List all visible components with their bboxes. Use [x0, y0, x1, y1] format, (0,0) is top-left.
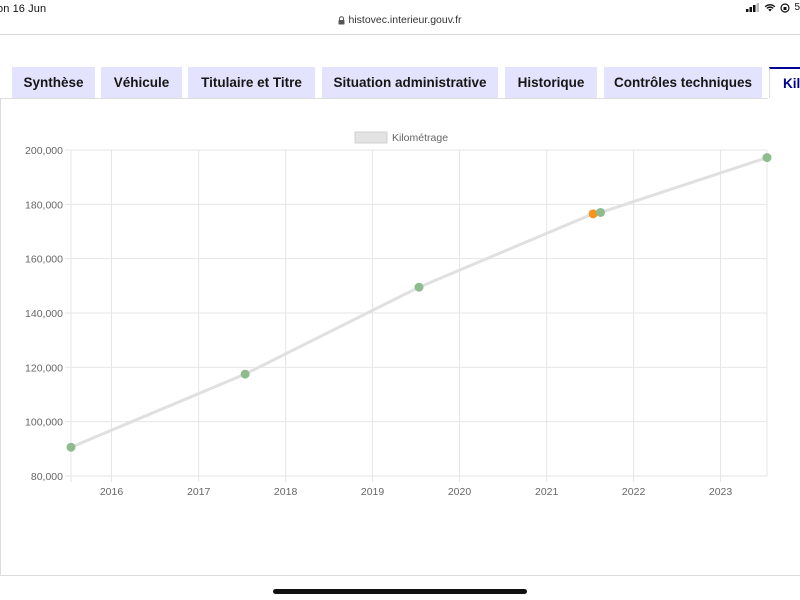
data-point [414, 282, 424, 292]
legend-label: Kilométrage [392, 132, 448, 144]
battery-percent: 5 [794, 2, 800, 13]
url-text: histovec.interieur.gouv.fr [348, 14, 462, 27]
x-tick-label: 2019 [361, 486, 385, 498]
x-tick-label: 2020 [448, 486, 472, 498]
y-tick-label: 100,000 [25, 417, 63, 429]
browser-divider [0, 34, 800, 35]
tab-titulaire-et-titre[interactable]: Titulaire et Titre [188, 67, 315, 99]
y-tick-label: 160,000 [25, 254, 63, 266]
tab-controles-techniques[interactable]: Contrôles techniques [604, 67, 762, 99]
tab-kilometrage[interactable]: Kilo [769, 67, 800, 98]
panel-bottom-border [0, 575, 800, 576]
wifi-icon [765, 4, 776, 12]
status-icons: 5 [746, 2, 800, 13]
data-point [66, 442, 76, 452]
y-tick-label: 120,000 [25, 362, 63, 374]
tab-vehicule[interactable]: Véhicule [101, 67, 182, 99]
y-tick-label: 80,000 [31, 471, 63, 483]
data-point [240, 369, 250, 379]
x-tick-label: 2021 [535, 486, 559, 498]
y-tick-label: 200,000 [25, 145, 63, 157]
tab-panel-border [0, 98, 768, 99]
tab-situation-administrative[interactable]: Situation administrative [322, 67, 498, 99]
tab-bar: Synthèse Véhicule Titulaire et Titre Sit… [0, 67, 800, 99]
y-tick-label: 140,000 [25, 308, 63, 320]
x-tick-label: 2023 [709, 486, 733, 498]
mileage-chart: 80,000 100,000 120,000 140,000 160,000 180,00… [25, 131, 772, 498]
orientation-lock-icon [780, 2, 791, 13]
tab-synthese[interactable]: Synthèse [12, 67, 95, 99]
data-point [762, 153, 772, 163]
series-line [70, 156, 768, 449]
url-bar[interactable]: histovec.interieur.gouv.fr [0, 14, 800, 34]
x-tick-label: 2016 [100, 486, 124, 498]
lock-icon [338, 15, 345, 25]
data-point [596, 207, 606, 217]
legend-swatch [354, 131, 388, 144]
home-indicator [273, 589, 527, 594]
tab-historique[interactable]: Historique [505, 67, 597, 99]
signal-icon [746, 3, 760, 12]
chart-legend: Kilométrage [354, 131, 448, 144]
x-tick-label: 2017 [187, 486, 211, 498]
y-tick-label: 180,000 [25, 199, 63, 211]
x-tick-label: 2022 [622, 486, 646, 498]
x-tick-label: 2018 [274, 486, 298, 498]
